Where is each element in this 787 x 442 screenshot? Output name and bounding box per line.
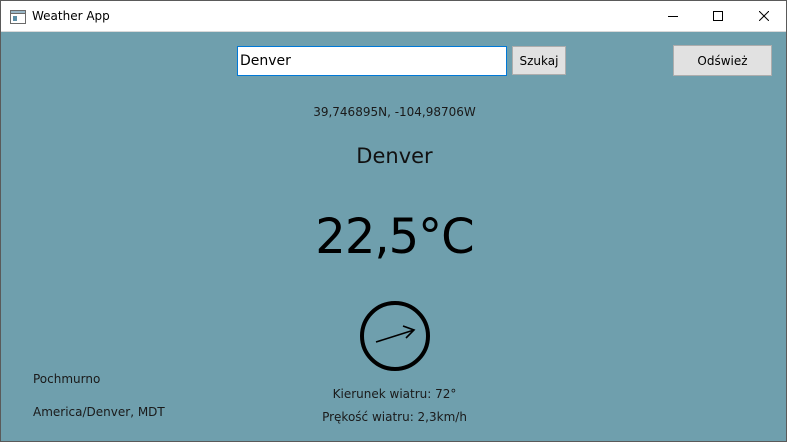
app-window-icon	[10, 9, 26, 24]
window-title: Weather App	[32, 9, 110, 23]
minimize-icon	[668, 11, 678, 21]
app-window: Weather App Szukaj Odśwież 39,746895N, -…	[0, 0, 787, 442]
wind-direction-arrow-icon	[375, 325, 416, 343]
temperature-value: 22,5°C	[315, 209, 474, 265]
wind-compass	[358, 299, 432, 373]
maximize-button[interactable]	[695, 1, 741, 31]
close-icon	[759, 11, 769, 21]
close-button[interactable]	[741, 1, 787, 31]
weather-condition: Pochmurno	[33, 372, 101, 386]
refresh-button[interactable]: Odśwież	[673, 45, 772, 76]
maximize-icon	[713, 11, 723, 21]
coordinates-label: 39,746895N, -104,98706W	[313, 105, 476, 119]
timezone-label: America/Denver, MDT	[33, 405, 165, 419]
minimize-button[interactable]	[650, 1, 696, 31]
wind-direction-label: Kierunek wiatru: 72°	[332, 387, 457, 401]
title-bar[interactable]: Weather App	[1, 1, 786, 32]
search-button[interactable]: Szukaj	[512, 46, 566, 75]
city-search-input[interactable]	[237, 46, 507, 76]
city-name: Denver	[356, 144, 433, 168]
